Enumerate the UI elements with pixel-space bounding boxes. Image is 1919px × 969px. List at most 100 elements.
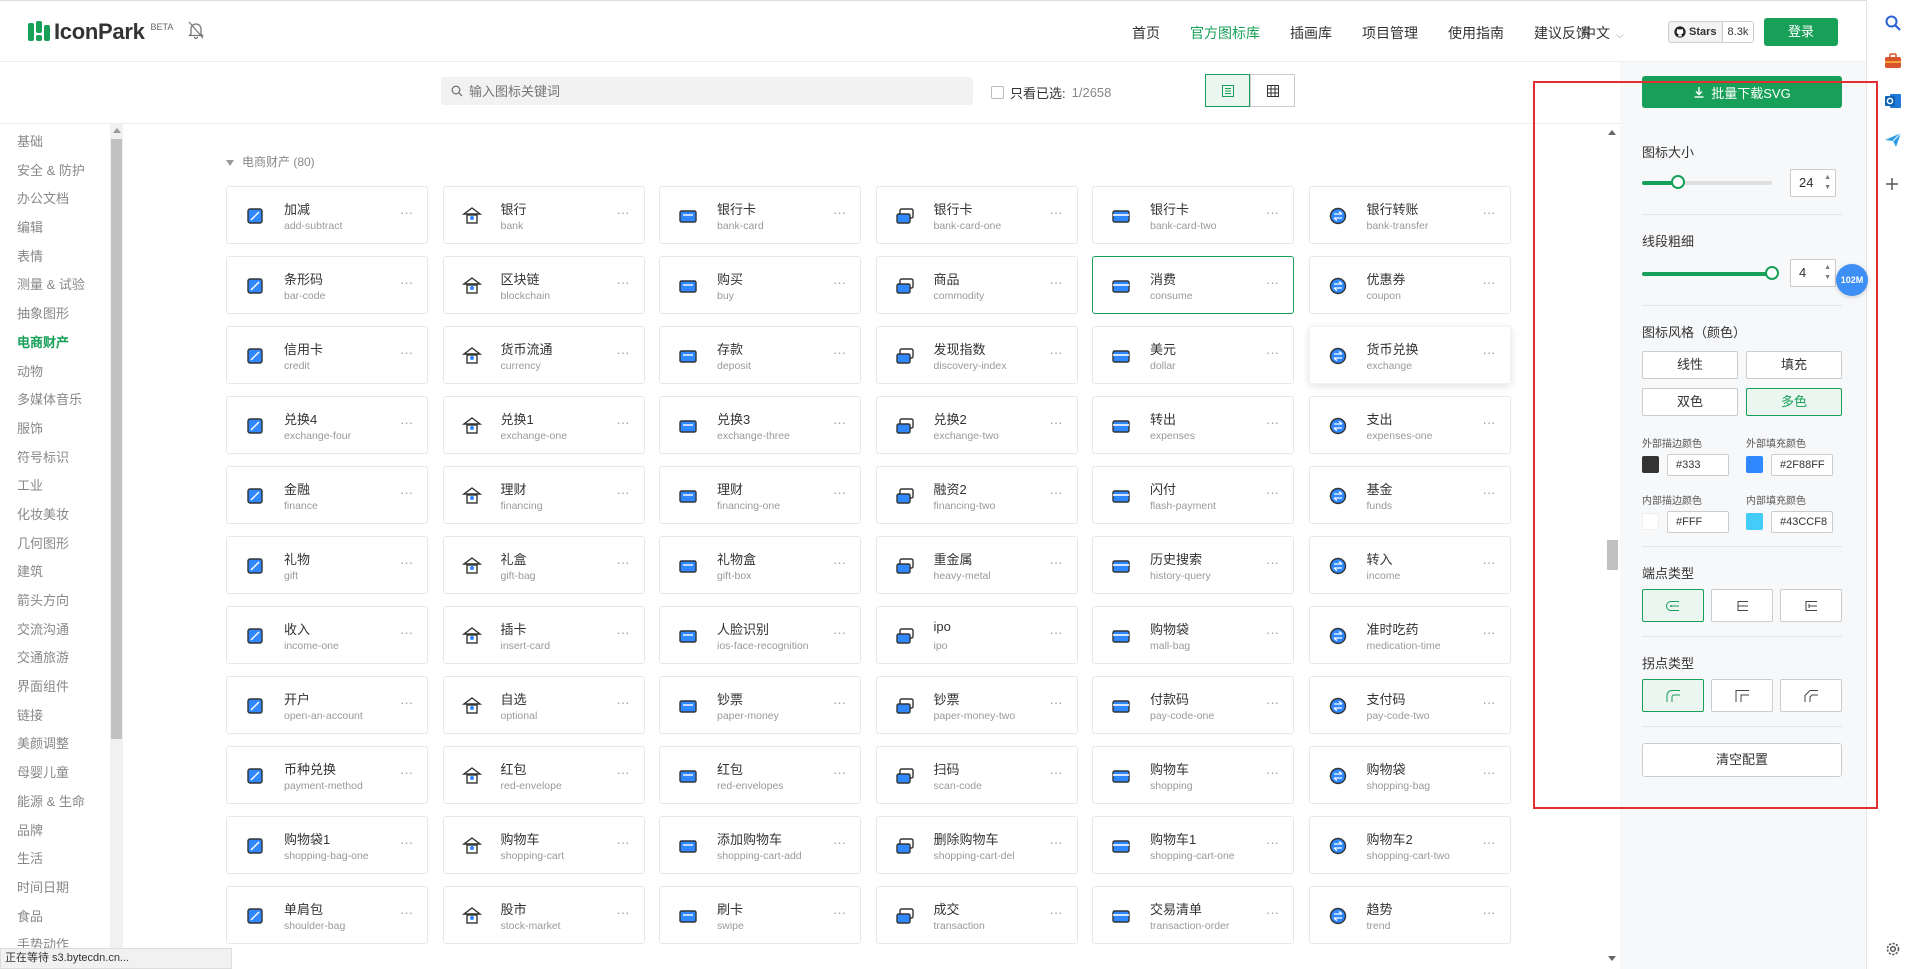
only-selected-filter[interactable]: 只看已选: 1/2658 bbox=[991, 83, 1111, 102]
batch-download-button[interactable]: 批量下载SVG bbox=[1642, 76, 1842, 108]
icon-card-expenses[interactable]: 转出 expenses ··· bbox=[1092, 396, 1294, 454]
more-options-icon[interactable]: ··· bbox=[1266, 835, 1279, 850]
icon-card-gift[interactable]: 礼物 gift ··· bbox=[226, 536, 428, 594]
stroke-slider[interactable] bbox=[1642, 266, 1779, 280]
more-options-icon[interactable]: ··· bbox=[1050, 485, 1063, 500]
sidebar-item[interactable]: 食品 bbox=[17, 903, 85, 932]
icon-card-shopping-bag-one[interactable]: 购物袋1 shopping-bag-one ··· bbox=[226, 816, 428, 874]
more-options-icon[interactable]: ··· bbox=[400, 905, 413, 920]
nav-projects[interactable]: 项目管理 bbox=[1362, 23, 1418, 43]
icon-card-bank-card-one[interactable]: 银行卡 bank-card-one ··· bbox=[875, 186, 1078, 244]
icon-card-income-one[interactable]: 收入 income-one ··· bbox=[226, 606, 428, 664]
more-options-icon[interactable]: ··· bbox=[617, 625, 630, 640]
more-options-icon[interactable]: ··· bbox=[400, 275, 413, 290]
icon-card-expenses-one[interactable]: 支出 expenses-one ··· bbox=[1308, 396, 1511, 454]
more-options-icon[interactable]: ··· bbox=[1266, 905, 1279, 920]
more-options-icon[interactable]: ··· bbox=[1483, 625, 1496, 640]
endpoint-butt-button[interactable] bbox=[1711, 589, 1773, 622]
icon-card-gift-box[interactable]: 礼物盒 gift-box ··· bbox=[659, 536, 861, 594]
sidebar-item[interactable]: 电商财产 bbox=[17, 329, 85, 358]
more-options-icon[interactable]: ··· bbox=[1266, 275, 1279, 290]
sidebar-scrollbar[interactable] bbox=[110, 124, 123, 969]
icon-card-exchange-two[interactable]: 兑换2 exchange-two ··· bbox=[875, 396, 1078, 454]
icon-card-funds[interactable]: 基金 funds ··· bbox=[1308, 466, 1511, 524]
sidebar-item[interactable]: 时间日期 bbox=[17, 874, 85, 903]
style-outline-button[interactable]: 线性 bbox=[1642, 351, 1738, 379]
more-options-icon[interactable]: ··· bbox=[400, 555, 413, 570]
more-options-icon[interactable]: ··· bbox=[1266, 695, 1279, 710]
more-options-icon[interactable]: ··· bbox=[1483, 555, 1496, 570]
endpoint-square-button[interactable] bbox=[1780, 589, 1842, 622]
icon-card-exchange-three[interactable]: 兑换3 exchange-three ··· bbox=[659, 396, 861, 454]
nav-home[interactable]: 首页 bbox=[1132, 23, 1160, 43]
more-options-icon[interactable]: ··· bbox=[400, 625, 413, 640]
icon-card-bar-code[interactable]: 条形码 bar-code ··· bbox=[226, 256, 428, 314]
more-options-icon[interactable]: ··· bbox=[1050, 555, 1063, 570]
size-slider-handle[interactable] bbox=[1671, 175, 1686, 189]
more-options-icon[interactable]: ··· bbox=[617, 695, 630, 710]
more-options-icon[interactable]: ··· bbox=[400, 485, 413, 500]
outlook-icon[interactable] bbox=[1884, 92, 1904, 112]
main-scroll-thumb[interactable] bbox=[1607, 540, 1618, 570]
more-options-icon[interactable]: ··· bbox=[1483, 485, 1496, 500]
sidebar-item[interactable]: 品牌 bbox=[17, 817, 85, 846]
icon-card-pay-code-two[interactable]: 支付码 pay-code-two ··· bbox=[1308, 676, 1511, 734]
corner-bevel-button[interactable] bbox=[1780, 679, 1842, 712]
style-filled-button[interactable]: 填充 bbox=[1746, 351, 1842, 379]
icon-card-currency[interactable]: 货币流通 currency ··· bbox=[442, 326, 645, 384]
style-two-tone-button[interactable]: 双色 bbox=[1642, 388, 1738, 416]
icon-card-credit[interactable]: 信用卡 credit ··· bbox=[226, 326, 428, 384]
sidebar-item[interactable]: 美颜调整 bbox=[17, 730, 85, 759]
sidebar-item[interactable]: 服饰 bbox=[17, 415, 85, 444]
inner-fill-swatch[interactable] bbox=[1746, 513, 1763, 530]
sidebar-item[interactable]: 多媒体音乐 bbox=[17, 386, 85, 415]
more-options-icon[interactable]: ··· bbox=[1483, 275, 1496, 290]
icon-card-blockchain[interactable]: 区块链 blockchain ··· bbox=[442, 256, 645, 314]
list-view-button[interactable] bbox=[1205, 74, 1250, 107]
icon-card-add-subtract[interactable]: 加减 add-subtract ··· bbox=[226, 186, 428, 244]
icon-card-optional[interactable]: 自选 optional ··· bbox=[442, 676, 645, 734]
icon-card-shopping-cart-add[interactable]: 添加购物车 shopping-cart-add ··· bbox=[659, 816, 861, 874]
clear-config-button[interactable]: 清空配置 bbox=[1642, 743, 1842, 777]
icon-card-financing-one[interactable]: 理财 financing-one ··· bbox=[659, 466, 861, 524]
sidebar-item[interactable]: 界面组件 bbox=[17, 673, 85, 702]
icon-card-exchange[interactable]: 货币兑换 exchange ··· bbox=[1308, 326, 1511, 384]
more-options-icon[interactable]: ··· bbox=[833, 345, 846, 360]
more-options-icon[interactable]: ··· bbox=[1483, 415, 1496, 430]
sidebar-item[interactable]: 抽象图形 bbox=[17, 300, 85, 329]
more-options-icon[interactable]: ··· bbox=[400, 415, 413, 430]
briefcase-icon[interactable] bbox=[1884, 53, 1904, 73]
sidebar-item[interactable]: 编辑 bbox=[17, 214, 85, 243]
more-options-icon[interactable]: ··· bbox=[617, 485, 630, 500]
icon-card-paper-money[interactable]: 钞票 paper-money ··· bbox=[659, 676, 861, 734]
more-options-icon[interactable]: ··· bbox=[617, 205, 630, 220]
more-options-icon[interactable]: ··· bbox=[833, 835, 846, 850]
corner-miter-button[interactable] bbox=[1711, 679, 1773, 712]
language-select[interactable]: 中文 ⌵ bbox=[1582, 23, 1624, 43]
sidebar-item[interactable]: 箭头方向 bbox=[17, 587, 85, 616]
icon-card-bank-card[interactable]: 银行卡 bank-card ··· bbox=[659, 186, 861, 244]
more-options-icon[interactable]: ··· bbox=[833, 555, 846, 570]
stepper-arrows-icon[interactable]: ▲ ▼ bbox=[1824, 263, 1831, 283]
icon-card-red-envelope[interactable]: 红包 red-envelope ··· bbox=[442, 746, 645, 804]
sidebar-item[interactable]: 建筑 bbox=[17, 558, 85, 587]
more-options-icon[interactable]: ··· bbox=[833, 485, 846, 500]
more-options-icon[interactable]: ··· bbox=[833, 415, 846, 430]
more-options-icon[interactable]: ··· bbox=[617, 345, 630, 360]
more-options-icon[interactable]: ··· bbox=[833, 765, 846, 780]
grid-view-button[interactable] bbox=[1250, 74, 1295, 107]
more-options-icon[interactable]: ··· bbox=[1483, 345, 1496, 360]
more-options-icon[interactable]: ··· bbox=[1266, 205, 1279, 220]
icon-card-paper-money-two[interactable]: 钞票 paper-money-two ··· bbox=[875, 676, 1078, 734]
icon-card-flash-payment[interactable]: 闪付 flash-payment ··· bbox=[1092, 466, 1294, 524]
more-options-icon[interactable]: ··· bbox=[1266, 625, 1279, 640]
icon-card-shopping-cart-two[interactable]: 购物车2 shopping-cart-two ··· bbox=[1308, 816, 1511, 874]
more-options-icon[interactable]: ··· bbox=[400, 345, 413, 360]
icon-card-bank[interactable]: 银行 bank ··· bbox=[442, 186, 645, 244]
more-options-icon[interactable]: ··· bbox=[617, 415, 630, 430]
inner-stroke-color-input[interactable]: #FFF bbox=[1667, 511, 1729, 533]
nav-illustrations[interactable]: 插画库 bbox=[1290, 23, 1332, 43]
icon-card-shoulder-bag[interactable]: 单肩包 shoulder-bag ··· bbox=[226, 886, 428, 944]
more-options-icon[interactable]: ··· bbox=[1050, 905, 1063, 920]
more-options-icon[interactable]: ··· bbox=[1483, 835, 1496, 850]
